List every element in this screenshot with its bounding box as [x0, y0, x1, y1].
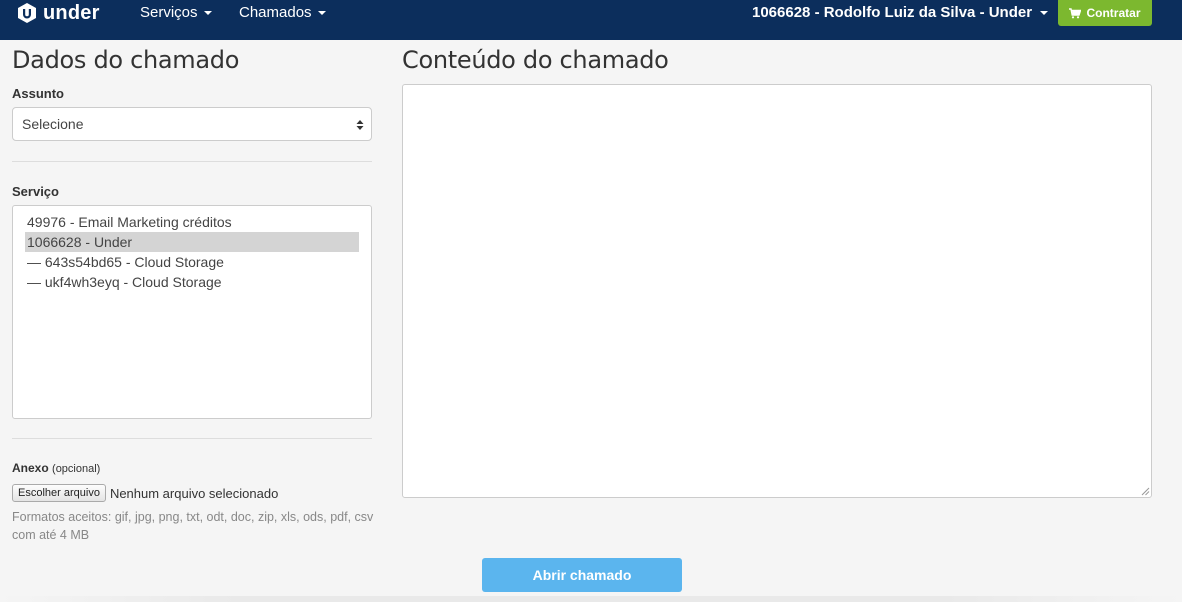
- chevron-down-icon: [1040, 11, 1049, 15]
- section-title-dados: Dados do chamado: [12, 46, 240, 74]
- assunto-select[interactable]: Selecione: [12, 107, 372, 141]
- section-title-conteudo: Conteúdo do chamado: [402, 46, 669, 74]
- brand-name: under: [43, 1, 100, 24]
- servico-option[interactable]: 49976 - Email Marketing créditos: [25, 212, 359, 232]
- servico-option[interactable]: — ukf4wh3eyq - Cloud Storage: [25, 272, 359, 292]
- select-arrows-icon: [356, 120, 364, 130]
- nav-menu-chamados[interactable]: Chamados: [239, 0, 326, 24]
- anexo-optional-text: (opcional): [52, 463, 101, 475]
- chevron-down-icon: [317, 11, 326, 15]
- formats-help-text: Formatos aceitos: gif, jpg, png, txt, od…: [12, 510, 374, 542]
- servico-label: Serviço: [12, 184, 59, 199]
- under-logo-icon: [18, 3, 36, 23]
- servico-option[interactable]: — 643s54bd65 - Cloud Storage: [25, 252, 359, 272]
- file-input: Escolher arquivo Nenhum arquivo selecion…: [12, 484, 278, 502]
- top-navbar: under Serviços Chamados 1066628 - Rodolf…: [0, 0, 1182, 40]
- nav-menu-servicos-label: Serviços: [140, 3, 198, 21]
- account-name: 1066628 - Rodolfo Luiz da Silva - Under: [752, 3, 1033, 21]
- assunto-selected-value: Selecione: [22, 116, 84, 132]
- servico-listbox[interactable]: 49976 - Email Marketing créditos 1066628…: [12, 205, 372, 419]
- anexo-label: Anexo (opcional): [12, 461, 100, 475]
- contratar-label: Contratar: [1086, 6, 1141, 20]
- divider: [12, 438, 372, 439]
- choose-file-button[interactable]: Escolher arquivo: [12, 484, 106, 502]
- account-menu[interactable]: 1066628 - Rodolfo Luiz da Silva - Under: [752, 0, 1049, 24]
- resize-grip-icon[interactable]: [1141, 487, 1150, 496]
- divider: [12, 161, 372, 162]
- file-status-text: Nenhum arquivo selecionado: [109, 485, 279, 501]
- content-textarea[interactable]: [402, 84, 1152, 498]
- assunto-label: Assunto: [12, 86, 64, 101]
- abrir-chamado-button[interactable]: Abrir chamado: [482, 558, 682, 592]
- anexo-label-text: Anexo: [12, 461, 49, 475]
- contratar-button[interactable]: Contratar: [1058, 0, 1152, 26]
- nav-menu-chamados-label: Chamados: [239, 3, 312, 21]
- nav-menu-servicos[interactable]: Serviços: [140, 0, 212, 24]
- servico-option-selected[interactable]: 1066628 - Under: [25, 232, 359, 252]
- chevron-down-icon: [203, 11, 212, 15]
- shopping-cart-icon: [1069, 7, 1082, 18]
- footer-shadow: [0, 596, 1182, 602]
- brand-logo[interactable]: under: [16, 0, 100, 26]
